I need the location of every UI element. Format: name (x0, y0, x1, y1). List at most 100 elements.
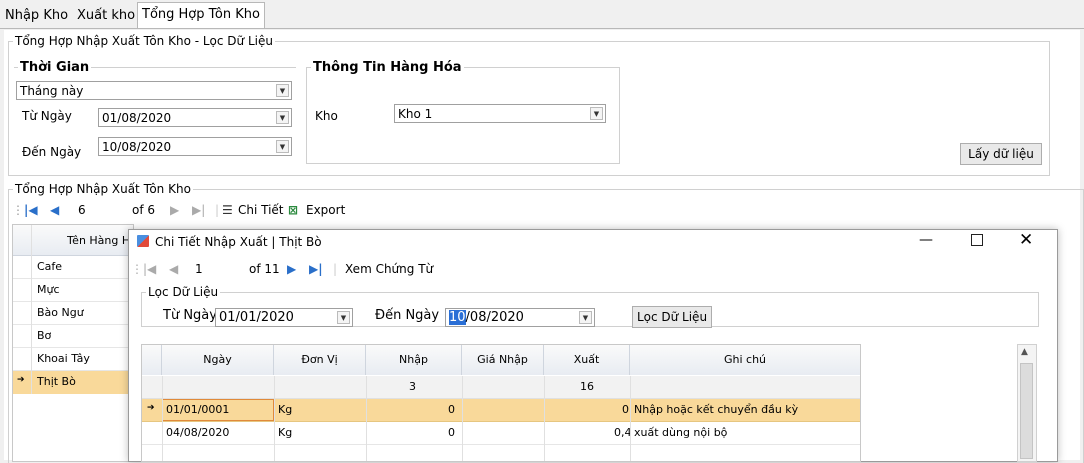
goods-group-title: Thông Tin Hàng Hóa (313, 60, 462, 75)
from-date-label: Từ Ngày (22, 109, 72, 123)
record-position[interactable]: 6 (78, 203, 86, 217)
row-indicator-icon: ➔ (147, 403, 155, 413)
row-indicator-icon: ➔ (17, 375, 25, 385)
period-select-value: Tháng này (20, 84, 84, 98)
row-label: Thịt Bò (37, 375, 76, 388)
record-count: of 6 (132, 203, 156, 217)
first-record-icon[interactable]: |◀ (143, 262, 156, 276)
dialog-from-date-picker[interactable]: 01/01/2020 ▼ (215, 308, 353, 327)
time-group-title: Thời Gian (20, 60, 90, 75)
column-header-ngay[interactable]: Ngày (162, 345, 274, 375)
row-indicator-column (31, 225, 32, 394)
chevron-down-icon[interactable]: ▼ (276, 84, 289, 97)
last-record-icon[interactable]: ▶| (309, 262, 323, 276)
summary-group-title: Tổng Hợp Nhập Xuất Tôn Kho (15, 182, 191, 196)
column-header-ghi-chu[interactable]: Ghi chú (630, 345, 860, 375)
column-header-xuat[interactable]: Xuất (544, 345, 630, 375)
tab-divider (0, 28, 1084, 29)
filter-data-button[interactable]: Lọc Dữ Liệu (632, 306, 712, 328)
dialog-to-value-selected: 10 (449, 310, 466, 325)
row-label: Khoai Tây (37, 352, 90, 365)
column-divider (462, 376, 463, 461)
table-row[interactable]: 04/08/2020 Kg 0 0,4 xuất dùng nội bộ (142, 422, 860, 445)
column-divider (162, 376, 163, 461)
chevron-down-icon[interactable]: ▼ (590, 107, 603, 120)
header-indicator (142, 345, 162, 375)
excel-icon: ⊠ (288, 203, 299, 217)
row-label: Cafe (37, 260, 63, 273)
prev-record-icon[interactable]: ◀ (169, 262, 178, 276)
last-record-icon[interactable]: ▶| (192, 203, 205, 217)
cell-ngay: 04/08/2020 (166, 426, 230, 439)
cell-nhap: 0 (448, 426, 455, 439)
detail-dialog: Chi Tiết Nhập Xuất | Thịt Bò — ✕ ⋮ |◀ ◀ … (128, 229, 1058, 462)
dialog-from-value: 01/01/2020 (219, 310, 294, 325)
row-label: Mực (37, 283, 60, 296)
detail-grid: Ngày Đơn Vị Nhập Giá Nhập Xuất Ghi chú 3… (141, 344, 861, 462)
table-row-selected[interactable]: ➔ 01/01/0001 Kg 0 0 Nhập hoặc kết chuyển… (142, 399, 860, 422)
chevron-down-icon[interactable]: ▼ (276, 140, 289, 153)
cell-nhap: 0 (448, 403, 455, 416)
column-header-gia-nhap[interactable]: Giá Nhập (462, 345, 544, 375)
tab-xuat-kho[interactable]: Xuất kho (73, 6, 139, 26)
column-divider (630, 376, 631, 461)
dialog-title: Chi Tiết Nhập Xuất | Thịt Bò (155, 235, 322, 249)
row-label: Bào Ngư (37, 306, 84, 319)
dialog-to-value-rest: /08/2020 (465, 310, 524, 325)
to-date-value: 10/08/2020 (102, 140, 172, 154)
detail-button[interactable]: Chi Tiết (238, 203, 284, 217)
get-data-button[interactable]: Lấy dữ liệu (960, 143, 1042, 165)
period-select[interactable]: Tháng này ▼ (16, 81, 292, 100)
close-icon[interactable]: ✕ (1019, 230, 1033, 250)
separator: | (333, 262, 338, 276)
from-date-value: 01/08/2020 (102, 111, 172, 125)
column-header[interactable]: Tên Hàng H (67, 234, 130, 247)
chevron-down-icon[interactable]: ▼ (579, 311, 592, 324)
next-record-icon[interactable]: ▶ (287, 262, 296, 276)
to-date-label: Đến Ngày (22, 145, 82, 159)
cell-ghi-chu: Nhập hoặc kết chuyển đầu kỳ (634, 403, 799, 416)
summary-grid: Tên Hàng H Cafe Mực Bào Ngư Bơ Khoai Tây… (12, 224, 134, 462)
prev-record-icon[interactable]: ◀ (50, 203, 59, 217)
column-header-don-vi[interactable]: Đơn Vị (274, 345, 366, 375)
column-divider (274, 376, 275, 461)
maximize-icon[interactable] (971, 234, 983, 246)
minimize-icon[interactable]: — (919, 232, 933, 248)
next-record-icon[interactable]: ▶ (170, 203, 179, 217)
column-header-nhap[interactable]: Nhập (366, 345, 462, 375)
first-record-icon[interactable]: |◀ (24, 203, 38, 217)
dialog-title-bar: Chi Tiết Nhập Xuất | Thịt Bò — ✕ (129, 230, 1057, 256)
record-position[interactable]: 1 (195, 262, 203, 276)
record-count: of 11 (249, 262, 280, 276)
dialog-to-label: Đến Ngày (375, 308, 440, 323)
view-voucher-button[interactable]: Xem Chứng Từ (345, 262, 433, 276)
dialog-from-label: Từ Ngày (163, 308, 217, 323)
cell-ghi-chu: xuất dùng nội bộ (634, 426, 728, 439)
cell-ngay: 01/01/0001 (166, 403, 230, 416)
row-label: Bơ (37, 329, 52, 342)
kho-select-value: Kho 1 (398, 107, 433, 121)
chevron-down-icon[interactable]: ▼ (276, 111, 289, 124)
column-divider (366, 376, 367, 461)
cell-xuat: 0 (622, 403, 629, 416)
summary-navigator: ⋮ |◀ ◀ 6 of 6 ▶ ▶| | ☰ Chi Tiết ⊠ Export (12, 201, 432, 221)
grip-icon: ⋮ (12, 203, 24, 217)
total-nhap: 3 (409, 380, 416, 393)
filter-group-title: Tổng Hợp Nhập Xuất Tôn Kho - Lọc Dữ Liệu (15, 34, 273, 48)
dialog-to-date-picker[interactable]: 10/08/2020 ▼ (445, 308, 595, 327)
vertical-scrollbar[interactable]: ▲ (1017, 344, 1037, 462)
from-date-picker[interactable]: 01/08/2020 ▼ (98, 108, 292, 127)
scrollbar-thumb[interactable] (1020, 363, 1033, 459)
dialog-navigator: ⋮ |◀ ◀ 1 of 11 ▶ ▶| | Xem Chứng Từ (131, 260, 531, 280)
totals-row: 3 16 (142, 376, 860, 399)
tab-nhap-kho[interactable]: Nhập Kho (1, 6, 72, 26)
chevron-down-icon[interactable]: ▼ (337, 311, 350, 324)
to-date-picker[interactable]: 10/08/2020 ▼ (98, 137, 292, 156)
scroll-up-icon[interactable]: ▲ (1021, 347, 1028, 357)
list-icon: ☰ (222, 203, 233, 217)
export-button[interactable]: Export (306, 203, 345, 217)
tab-tong-hop-ton-kho[interactable]: Tổng Hợp Tôn Kho (137, 2, 265, 29)
column-divider (544, 376, 545, 461)
kho-label: Kho (315, 109, 338, 123)
kho-select[interactable]: Kho 1 ▼ (394, 104, 606, 123)
